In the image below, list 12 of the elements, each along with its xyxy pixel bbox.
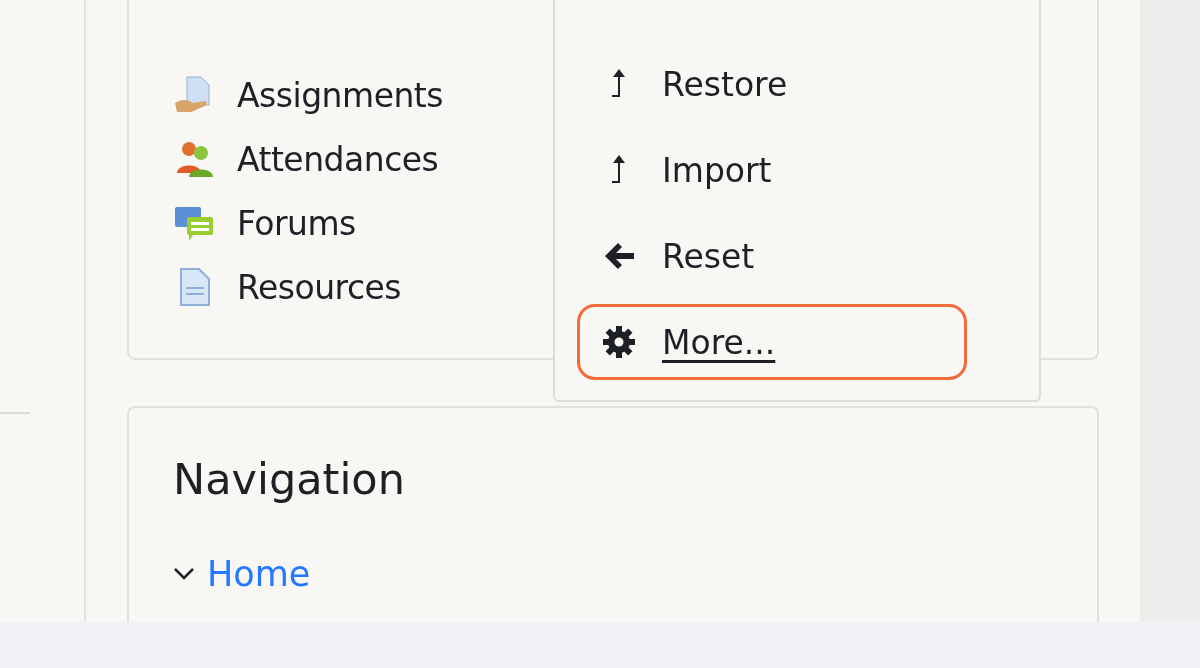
- menu-item[interactable]: Import: [577, 132, 967, 208]
- chevron-icon: [173, 567, 195, 581]
- activity-link[interactable]: Attendances: [237, 139, 439, 179]
- activity-link[interactable]: Assignments: [237, 75, 443, 115]
- activity-link[interactable]: Forums: [237, 203, 356, 243]
- menu-item[interactable]: Restore: [577, 46, 967, 122]
- menu-item[interactable]: Reset: [577, 218, 967, 294]
- nav-link[interactable]: Home: [173, 554, 311, 594]
- settings-icon: [602, 325, 636, 359]
- menu-item[interactable]: More...: [577, 304, 967, 380]
- activity-link[interactable]: Resources: [237, 267, 402, 307]
- navigation-title: Navigation: [173, 454, 406, 504]
